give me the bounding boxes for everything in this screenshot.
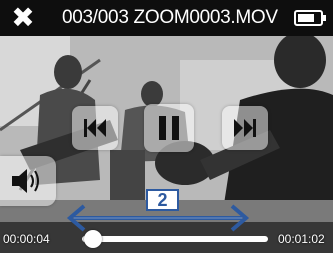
battery-icon (294, 10, 326, 26)
volume-icon (12, 169, 39, 193)
title-bar: ✖ 003/003 ZOOM0003.MOV (0, 0, 333, 36)
next-button[interactable] (222, 106, 268, 150)
next-icon (234, 119, 256, 137)
volume-button[interactable] (0, 156, 56, 206)
annotation-number: 2 (146, 189, 179, 211)
pause-button[interactable] (144, 104, 194, 152)
close-icon[interactable]: ✖ (6, 3, 40, 33)
seek-bar[interactable] (82, 236, 268, 242)
pause-icon (159, 116, 179, 140)
previous-button[interactable] (72, 106, 118, 150)
video-player-screen: ✖ 003/003 ZOOM0003.MOV 2 00:00:04 00:01:… (0, 0, 333, 253)
previous-icon (84, 119, 106, 137)
total-duration: 00:01:02 (278, 232, 325, 246)
file-title: 003/003 ZOOM0003.MOV (62, 7, 278, 28)
elapsed-time: 00:00:04 (3, 232, 50, 246)
